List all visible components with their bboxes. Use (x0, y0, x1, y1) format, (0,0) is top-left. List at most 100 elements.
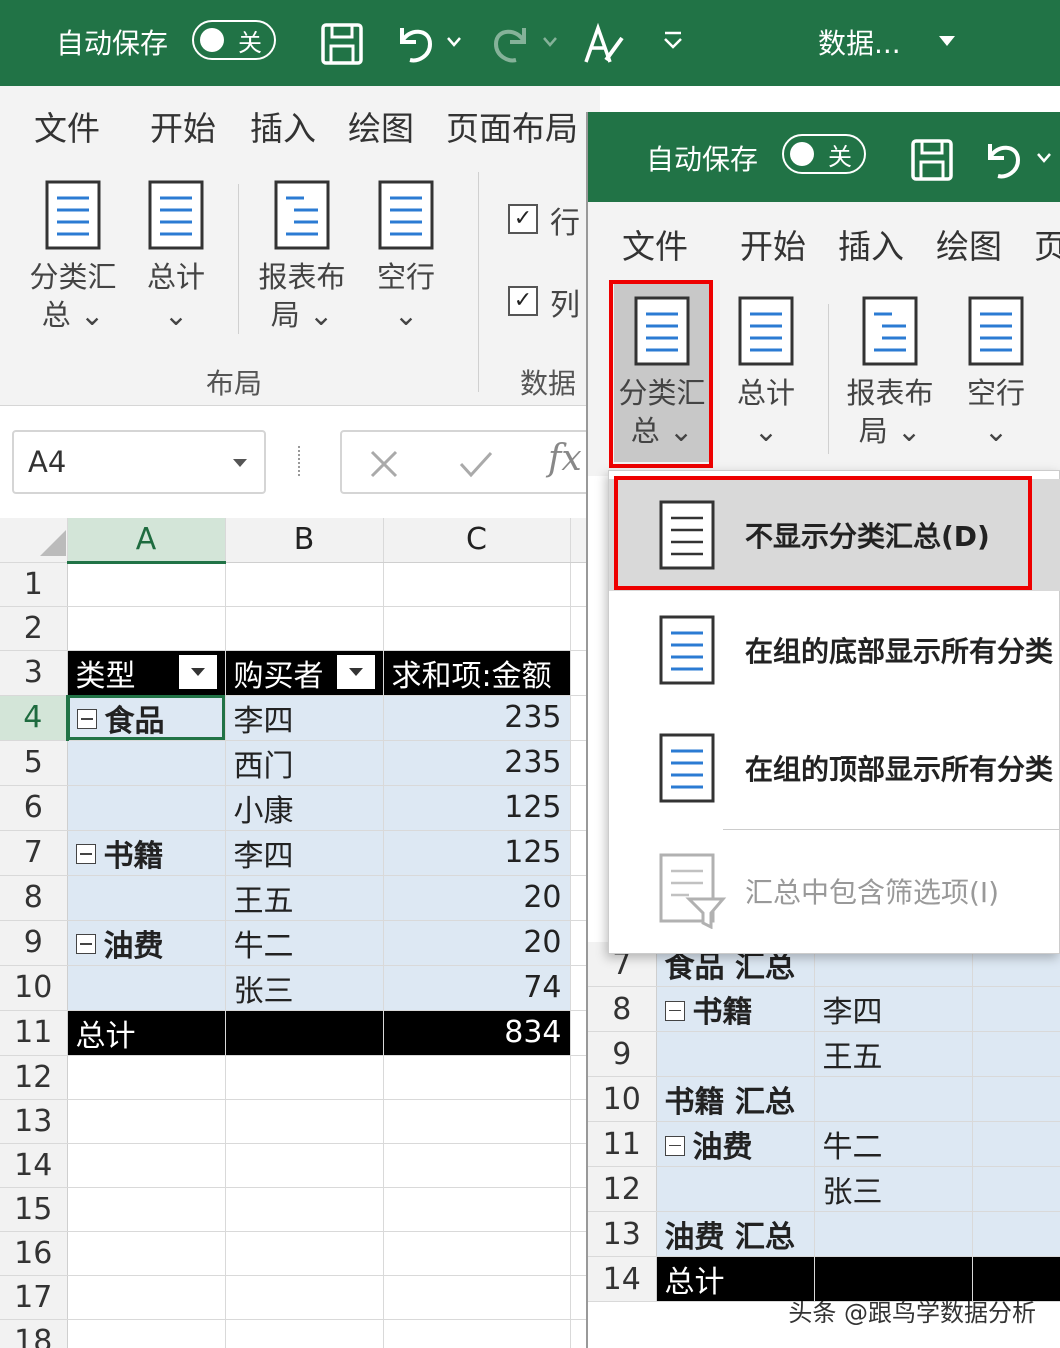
subtotal-button[interactable]: 分类汇总 ⌄ (18, 180, 128, 334)
cell[interactable] (972, 986, 1060, 1032)
cell[interactable] (67, 1099, 226, 1144)
autosave-toggle[interactable]: 关 (192, 20, 276, 60)
column-header-b[interactable]: B (225, 518, 384, 563)
cell[interactable] (570, 562, 587, 607)
report-layout-button[interactable]: 报表布局 ⌄ (838, 296, 942, 450)
row-headers-checkbox[interactable]: ✓ (508, 204, 538, 234)
cell[interactable] (383, 606, 571, 651)
row-header[interactable]: 13 (0, 1099, 68, 1144)
cell[interactable] (225, 562, 384, 607)
cell[interactable] (570, 1275, 587, 1320)
cell[interactable] (383, 1319, 571, 1348)
pivot-amount-cell[interactable]: 20 (383, 920, 571, 966)
cell[interactable] (225, 1319, 384, 1348)
row-header[interactable]: 14 (0, 1143, 68, 1188)
row-header[interactable]: 10 (588, 1076, 657, 1122)
tab-insert[interactable]: 插入 (250, 102, 316, 150)
pivot-category-cell[interactable]: 书籍 (67, 830, 226, 876)
row-header[interactable]: 2 (0, 606, 68, 651)
grand-total-empty-cell[interactable] (225, 1010, 384, 1056)
collapse-icon[interactable] (75, 934, 96, 954)
title-dropdown-icon[interactable] (938, 34, 956, 48)
cell[interactable] (67, 606, 226, 651)
cell[interactable] (570, 695, 587, 741)
pivot-category-cell[interactable] (67, 740, 226, 786)
cell[interactable] (67, 1275, 226, 1320)
pivot-buyer-cell[interactable]: 张三 (225, 965, 384, 1011)
pivot-category-cell[interactable] (656, 1031, 815, 1077)
pivot-category-cell[interactable] (656, 1166, 815, 1212)
format-painter-icon[interactable] (582, 22, 628, 68)
pivot-category-cell[interactable]: 书籍 (656, 986, 815, 1032)
tab-draw[interactable]: 绘图 (348, 102, 414, 150)
subtotal-row-label[interactable]: 书籍 汇总 (656, 1076, 815, 1122)
cell[interactable] (570, 1143, 587, 1188)
row-header[interactable]: 6 (0, 785, 68, 831)
collapse-icon[interactable] (76, 709, 97, 729)
blank-rows-button[interactable]: 空行 ⌄ (370, 180, 442, 334)
row-header[interactable]: 11 (0, 1010, 68, 1056)
tab-page-layout[interactable]: 页 (1034, 220, 1060, 268)
grand-total-button[interactable]: 总计 ⌄ (140, 180, 212, 334)
cell[interactable] (67, 1187, 226, 1232)
pivot-buyer-cell[interactable]: 西门 (225, 740, 384, 786)
pivot-category-cell[interactable]: 食品 (67, 695, 226, 741)
row-header[interactable]: 15 (0, 1187, 68, 1232)
name-box[interactable]: A4 (12, 430, 266, 494)
tab-file[interactable]: 文件 (622, 220, 688, 268)
blank-rows-button[interactable]: 空行 ⌄ (960, 296, 1032, 450)
cell[interactable] (570, 875, 587, 921)
cell[interactable] (225, 1187, 384, 1232)
tab-file[interactable]: 文件 (34, 102, 100, 150)
cell[interactable] (67, 562, 226, 607)
cell[interactable] (570, 920, 587, 966)
cell[interactable] (383, 1099, 571, 1144)
cell[interactable] (972, 1121, 1060, 1167)
pivot-buyer-cell[interactable] (814, 1076, 973, 1122)
pivot-amount-cell[interactable]: 125 (383, 785, 571, 831)
cell[interactable] (570, 606, 587, 651)
cell[interactable] (67, 1319, 226, 1348)
customize-qat-icon[interactable] (662, 30, 684, 52)
enter-icon[interactable] (458, 448, 494, 480)
row-header[interactable]: 12 (588, 1166, 657, 1212)
menu-item-show-top[interactable]: 在组的顶部显示所有分类 (609, 709, 1060, 827)
pivot-category-cell[interactable] (67, 785, 226, 831)
pivot-buyer-cell[interactable] (814, 1211, 973, 1257)
pivot-category-cell[interactable]: 油费 (67, 920, 226, 966)
cell[interactable] (67, 1143, 226, 1188)
row-header[interactable]: 7 (0, 830, 68, 876)
insert-function-icon[interactable]: fx (548, 438, 582, 479)
grand-total-button[interactable]: 总计 ⌄ (730, 296, 802, 450)
column-header-d[interactable] (570, 518, 587, 563)
row-header[interactable]: 1 (0, 562, 68, 607)
cell[interactable] (570, 1231, 587, 1276)
col-headers-checkbox[interactable]: ✓ (508, 286, 538, 316)
cell[interactable] (383, 1055, 571, 1100)
formula-bar-grip[interactable] (298, 446, 304, 476)
collapse-icon[interactable] (75, 844, 96, 864)
undo-dropdown-icon[interactable] (446, 36, 462, 48)
pivot-buyer-cell[interactable]: 李四 (225, 695, 384, 741)
undo-dropdown-icon[interactable] (1036, 152, 1052, 164)
pivot-buyer-cell[interactable]: 牛二 (225, 920, 384, 966)
subtotal-row-label[interactable]: 油费 汇总 (656, 1211, 815, 1257)
pivot-category-cell[interactable] (67, 875, 226, 921)
undo-icon[interactable] (980, 136, 1024, 184)
row-header[interactable]: 8 (588, 986, 657, 1032)
filter-dropdown-icon[interactable] (178, 654, 217, 689)
cell[interactable] (972, 1031, 1060, 1077)
cell[interactable] (570, 785, 587, 831)
save-icon[interactable] (910, 138, 954, 182)
row-header[interactable]: 13 (588, 1211, 657, 1257)
cell[interactable] (972, 1076, 1060, 1122)
cell[interactable] (972, 1166, 1060, 1212)
cell[interactable] (67, 1055, 226, 1100)
cell[interactable] (972, 1211, 1060, 1257)
row-header[interactable]: 5 (0, 740, 68, 786)
grand-total-value-cell[interactable]: 834 (383, 1010, 571, 1056)
cell[interactable] (383, 1187, 571, 1232)
row-header[interactable]: 18 (0, 1319, 68, 1348)
row-header[interactable]: 12 (0, 1055, 68, 1100)
pivot-buyer-cell[interactable]: 王五 (814, 1031, 973, 1077)
